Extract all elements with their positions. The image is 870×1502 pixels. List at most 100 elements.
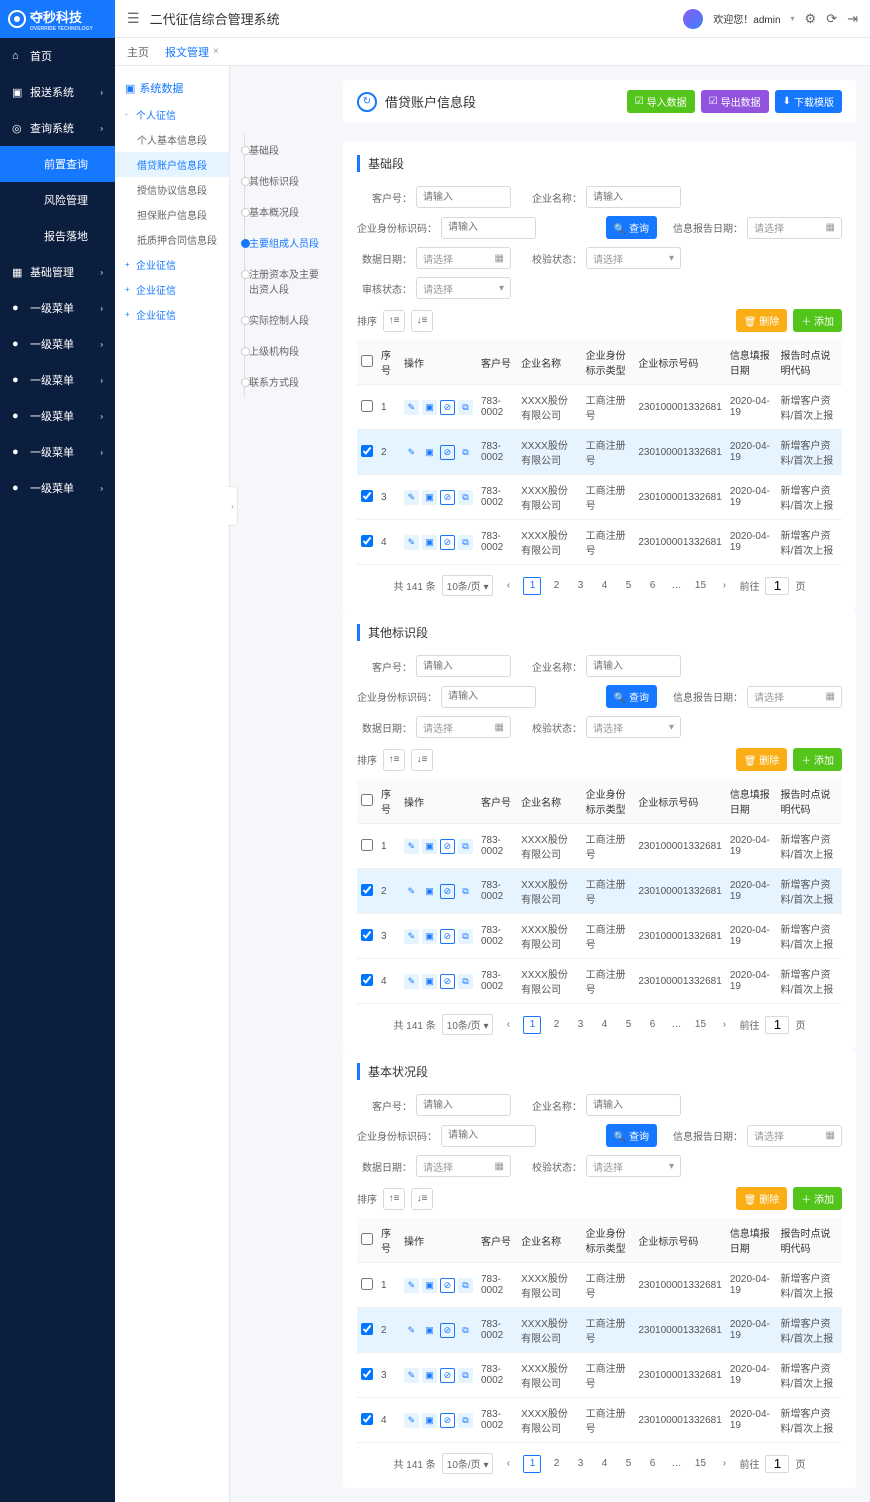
- idcode-input[interactable]: [441, 1125, 536, 1147]
- check-icon[interactable]: ⊘: [440, 1278, 455, 1293]
- tree-node[interactable]: 借贷账户信息段: [115, 152, 229, 177]
- goto-page-input[interactable]: [765, 577, 789, 595]
- nav-item[interactable]: ● 一级菜单 ›: [0, 470, 115, 506]
- settings-icon[interactable]: ⚙: [805, 11, 817, 27]
- copy-icon[interactable]: ⧉: [458, 490, 473, 505]
- edit-icon[interactable]: ✎: [404, 1368, 419, 1383]
- refresh-icon[interactable]: ⟳: [826, 11, 837, 27]
- idcode-input[interactable]: [441, 217, 536, 239]
- reportDate-select[interactable]: 请选择▦: [747, 686, 842, 708]
- view-icon[interactable]: ▣: [422, 1368, 437, 1383]
- row-checkbox[interactable]: [361, 929, 373, 941]
- audit-status-select[interactable]: 请选择▾: [416, 277, 511, 299]
- export-button[interactable]: ☑导出数据: [701, 90, 769, 113]
- row-checkbox[interactable]: [361, 490, 373, 502]
- page-number[interactable]: 6: [643, 1455, 661, 1473]
- copy-icon[interactable]: ⧉: [458, 974, 473, 989]
- page-size-select[interactable]: 10条/页 ▾: [442, 1014, 494, 1035]
- tab[interactable]: 主页: [127, 44, 149, 60]
- add-button[interactable]: ＋ 添加: [793, 1187, 842, 1210]
- check-icon[interactable]: ⊘: [440, 884, 455, 899]
- nav-item[interactable]: 报告落地: [0, 218, 115, 254]
- menu-toggle-icon[interactable]: ☰: [127, 10, 140, 27]
- expand-icon[interactable]: +: [125, 285, 133, 294]
- next-page-button[interactable]: ›: [715, 577, 733, 595]
- row-checkbox[interactable]: [361, 535, 373, 547]
- sort-asc-button[interactable]: ↑≡: [383, 749, 405, 771]
- close-icon[interactable]: ×: [213, 46, 219, 57]
- view-icon[interactable]: ▣: [422, 535, 437, 550]
- nav-item[interactable]: ▣ 报送系统 ›: [0, 74, 115, 110]
- delete-button[interactable]: 🗑 删除: [736, 748, 787, 771]
- page-number[interactable]: 3: [571, 577, 589, 595]
- check-icon[interactable]: ⊘: [440, 445, 455, 460]
- anchor-link[interactable]: 基本概况段: [244, 196, 329, 227]
- check-icon[interactable]: ⊘: [440, 400, 455, 415]
- idcode-input[interactable]: [441, 686, 536, 708]
- nav-item[interactable]: 风险管理: [0, 182, 115, 218]
- edit-icon[interactable]: ✎: [404, 884, 419, 899]
- view-icon[interactable]: ▣: [422, 929, 437, 944]
- view-icon[interactable]: ▣: [422, 884, 437, 899]
- edit-icon[interactable]: ✎: [404, 490, 419, 505]
- add-button[interactable]: ＋ 添加: [793, 309, 842, 332]
- page-size-select[interactable]: 10条/页 ▾: [442, 575, 494, 596]
- customer-input[interactable]: [416, 1094, 511, 1116]
- sort-desc-button[interactable]: ↓≡: [411, 1188, 433, 1210]
- tree-node[interactable]: + 企业征信: [115, 252, 229, 277]
- page-number[interactable]: 15: [691, 1016, 709, 1034]
- view-icon[interactable]: ▣: [422, 400, 437, 415]
- nav-item[interactable]: ● 一级菜单 ›: [0, 398, 115, 434]
- check-status-select[interactable]: 请选择▾: [586, 247, 681, 269]
- dataDate-select[interactable]: 请选择▦: [416, 716, 511, 738]
- page-number[interactable]: 1: [523, 1016, 541, 1034]
- check-icon[interactable]: ⊘: [440, 535, 455, 550]
- delete-button[interactable]: 🗑 删除: [736, 1187, 787, 1210]
- view-icon[interactable]: ▣: [422, 1413, 437, 1428]
- expand-icon[interactable]: +: [125, 260, 133, 269]
- check-status-select[interactable]: 请选择▾: [586, 716, 681, 738]
- company-input[interactable]: [586, 186, 681, 208]
- edit-icon[interactable]: ✎: [404, 929, 419, 944]
- row-checkbox[interactable]: [361, 974, 373, 986]
- row-checkbox[interactable]: [361, 1368, 373, 1380]
- copy-icon[interactable]: ⧉: [458, 839, 473, 854]
- nav-item[interactable]: 前置查询: [0, 146, 115, 182]
- copy-icon[interactable]: ⧉: [458, 884, 473, 899]
- view-icon[interactable]: ▣: [422, 1278, 437, 1293]
- next-page-button[interactable]: ›: [715, 1455, 733, 1473]
- query-button[interactable]: 🔍 查询: [606, 216, 657, 239]
- page-size-select[interactable]: 10条/页 ▾: [442, 1453, 494, 1474]
- page-number[interactable]: …: [667, 1455, 685, 1473]
- customer-input[interactable]: [416, 186, 511, 208]
- view-icon[interactable]: ▣: [422, 445, 437, 460]
- edit-icon[interactable]: ✎: [404, 1413, 419, 1428]
- check-icon[interactable]: ⊘: [440, 1413, 455, 1428]
- dataDate-select[interactable]: 请选择▦: [416, 247, 511, 269]
- next-page-button[interactable]: ›: [715, 1016, 733, 1034]
- sort-desc-button[interactable]: ↓≡: [411, 310, 433, 332]
- tree-node[interactable]: - 个人征信: [115, 102, 229, 127]
- copy-icon[interactable]: ⧉: [458, 1278, 473, 1293]
- add-button[interactable]: ＋ 添加: [793, 748, 842, 771]
- edit-icon[interactable]: ✎: [404, 974, 419, 989]
- page-number[interactable]: 4: [595, 1455, 613, 1473]
- check-icon[interactable]: ⊘: [440, 839, 455, 854]
- nav-item[interactable]: ● 一级菜单 ›: [0, 326, 115, 362]
- dropdown-icon[interactable]: ▾: [791, 14, 795, 23]
- row-checkbox[interactable]: [361, 445, 373, 457]
- query-button[interactable]: 🔍 查询: [606, 685, 657, 708]
- anchor-link[interactable]: 联系方式段: [244, 366, 329, 397]
- tree-node[interactable]: + 企业征信: [115, 277, 229, 302]
- goto-page-input[interactable]: [765, 1016, 789, 1034]
- reportDate-select[interactable]: 请选择▦: [747, 217, 842, 239]
- page-number[interactable]: 5: [619, 577, 637, 595]
- row-checkbox[interactable]: [361, 400, 373, 412]
- sort-asc-button[interactable]: ↑≡: [383, 1188, 405, 1210]
- expand-icon[interactable]: +: [125, 310, 133, 319]
- check-icon[interactable]: ⊘: [440, 490, 455, 505]
- row-checkbox[interactable]: [361, 839, 373, 851]
- nav-item[interactable]: ⌂ 首页: [0, 38, 115, 74]
- view-icon[interactable]: ▣: [422, 490, 437, 505]
- prev-page-button[interactable]: ‹: [499, 577, 517, 595]
